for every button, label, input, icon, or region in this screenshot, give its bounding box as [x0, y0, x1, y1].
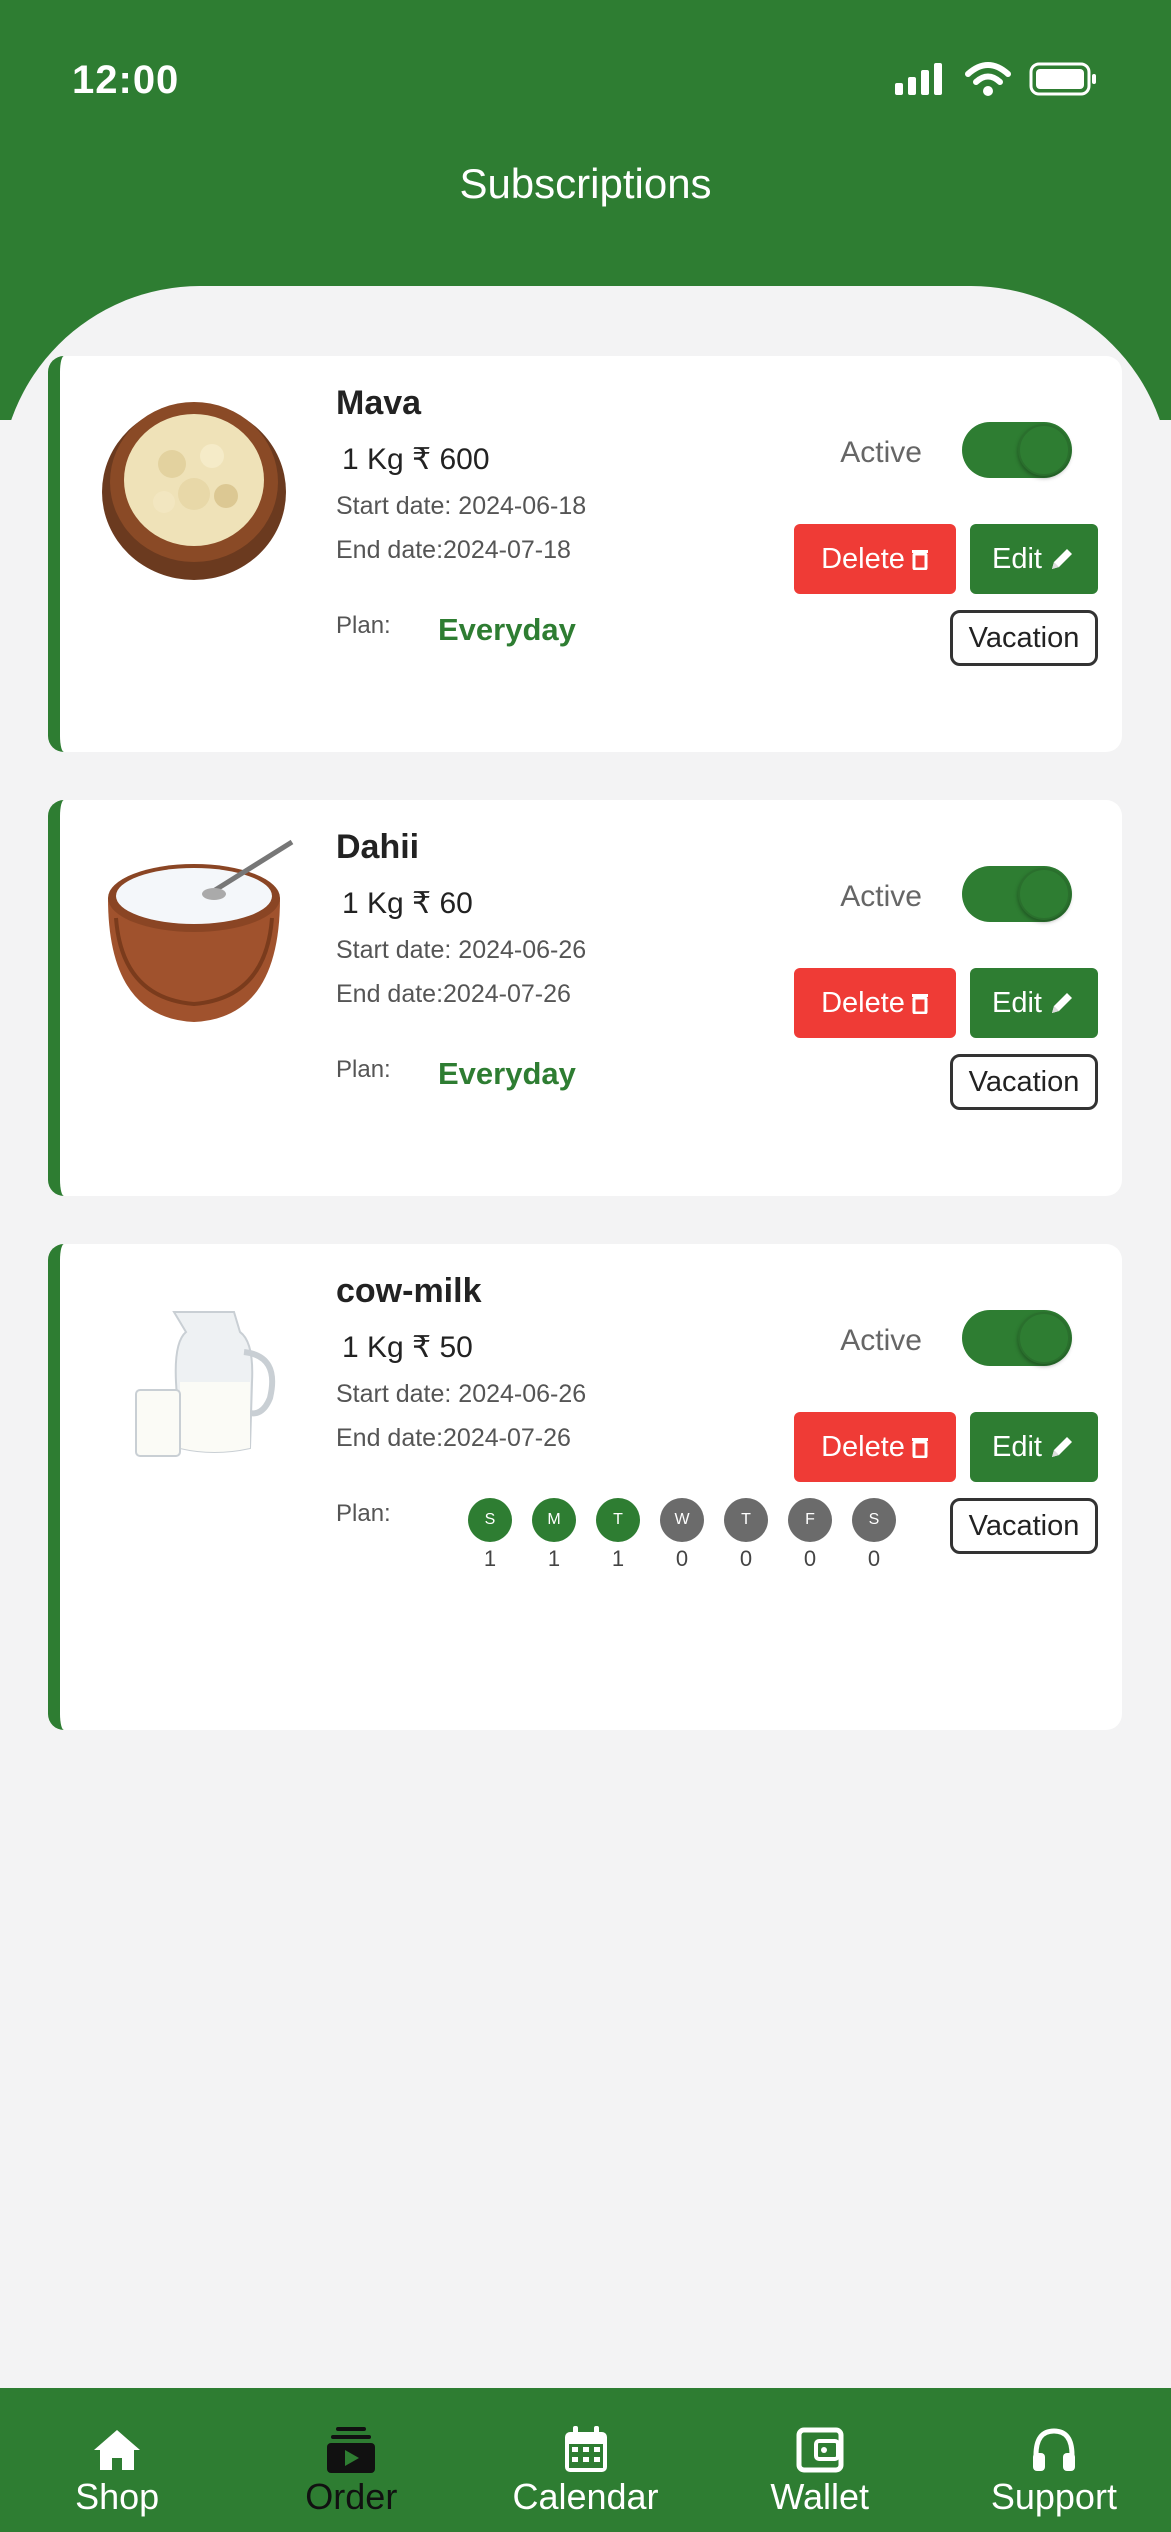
day-count: 0	[739, 1546, 753, 1571]
delete-label: Delete	[821, 1430, 905, 1463]
day-sunday: S 1	[468, 1498, 512, 1572]
delete-label: Delete	[821, 986, 905, 1019]
nav-item-support[interactable]: Support	[937, 2388, 1171, 2532]
wallet-icon	[796, 2427, 844, 2473]
quantity-price: 1 Kg ₹ 60	[342, 887, 473, 920]
day-letter: F	[788, 1498, 832, 1542]
delete-button[interactable]: Delete	[794, 524, 956, 594]
page-title: Subscriptions	[459, 160, 712, 207]
nav-item-order[interactable]: Order	[234, 2388, 468, 2532]
active-toggle[interactable]	[962, 866, 1072, 922]
toggle-knob	[1018, 868, 1070, 920]
bottom-nav: Shop Order Calendar Wallet Support	[0, 2388, 1171, 2532]
status-icons	[895, 62, 1099, 96]
product-name: Mava	[336, 384, 422, 422]
delete-button[interactable]: Delete	[794, 968, 956, 1038]
day-letter: T	[596, 1498, 640, 1542]
day-monday: M 1	[532, 1498, 576, 1572]
edit-button[interactable]: Edit	[970, 1412, 1098, 1482]
trash-icon	[911, 1438, 928, 1458]
plan-label: Plan:	[336, 612, 391, 639]
day-letter: W	[660, 1498, 704, 1542]
day-count: 0	[675, 1546, 689, 1571]
active-toggle[interactable]	[962, 1310, 1072, 1366]
signal-icon	[895, 63, 942, 95]
day-letter: S	[468, 1498, 512, 1542]
nav-item-shop[interactable]: Shop	[0, 2388, 234, 2532]
day-tuesday: T 1	[596, 1498, 640, 1572]
nav-label: Order	[305, 2476, 398, 2517]
trash-icon	[911, 550, 928, 570]
subscription-card: cow-milk 1 Kg ₹ 50 Start date: 2024-06-2…	[48, 1244, 1122, 1730]
product-image-mava	[102, 402, 286, 580]
pencil-icon	[1051, 549, 1072, 569]
battery-icon	[1029, 62, 1096, 96]
wifi-icon	[965, 62, 1011, 96]
trash-icon	[911, 994, 928, 1014]
active-toggle[interactable]	[962, 422, 1072, 478]
delete-button[interactable]: Delete	[794, 1412, 956, 1482]
day-count: 0	[867, 1546, 881, 1571]
day-count: 1	[547, 1546, 561, 1571]
nav-item-calendar[interactable]: Calendar	[468, 2388, 702, 2532]
order-icon	[327, 2427, 376, 2473]
quantity-price: 1 Kg ₹ 600	[342, 443, 490, 476]
end-date: End date:2024-07-18	[336, 536, 571, 564]
pencil-icon	[1051, 993, 1072, 1013]
end-date: End date:2024-07-26	[336, 980, 571, 1008]
nav-label: Shop	[75, 2476, 160, 2517]
status-label: Active	[840, 436, 922, 469]
edit-label: Edit	[992, 542, 1042, 575]
quantity-price: 1 Kg ₹ 50	[342, 1331, 473, 1364]
end-date: End date:2024-07-26	[336, 1424, 571, 1452]
status-label: Active	[840, 880, 922, 913]
nav-label: Wallet	[770, 2476, 870, 2517]
day-count: 0	[803, 1546, 817, 1571]
start-date: Start date: 2024-06-26	[336, 936, 587, 964]
product-image-dahii	[108, 839, 294, 1022]
vacation-button[interactable]: Vacation	[950, 1498, 1098, 1554]
day-thursday: T 0	[724, 1498, 768, 1572]
nav-label: Calendar	[512, 2476, 659, 2517]
delete-label: Delete	[821, 542, 905, 575]
edit-label: Edit	[992, 1430, 1042, 1463]
headphones-icon	[1032, 2428, 1075, 2471]
vacation-button[interactable]: Vacation	[950, 610, 1098, 666]
pencil-icon	[1051, 1437, 1072, 1457]
home-icon	[94, 2430, 141, 2470]
weekday-plan: S 1 M 1 T 1 W 0 T 0 F 0 S 0	[468, 1498, 896, 1572]
edit-label: Edit	[992, 986, 1042, 1019]
plan-value: Everyday	[438, 612, 576, 647]
plan-label: Plan:	[336, 1500, 391, 1527]
status-bar: 12:00	[0, 0, 1171, 170]
day-letter: M	[532, 1498, 576, 1542]
subscription-card: Mava 1 Kg ₹ 600 Start date: 2024-06-18 E…	[48, 356, 1122, 752]
nav-item-wallet[interactable]: Wallet	[703, 2388, 937, 2532]
day-saturday: S 0	[852, 1498, 896, 1572]
toggle-knob	[1018, 1312, 1070, 1364]
product-name: cow-milk	[336, 1272, 482, 1310]
edit-button[interactable]: Edit	[970, 524, 1098, 594]
day-count: 1	[483, 1546, 497, 1571]
status-time: 12:00	[72, 58, 180, 102]
product-name: Dahii	[336, 828, 420, 866]
product-image-cow-milk	[135, 1311, 276, 1457]
vacation-button[interactable]: Vacation	[950, 1054, 1098, 1110]
plan-value: Everyday	[438, 1056, 576, 1091]
edit-button[interactable]: Edit	[970, 968, 1098, 1038]
start-date: Start date: 2024-06-26	[336, 1380, 587, 1408]
day-count: 1	[611, 1546, 625, 1571]
day-wednesday: W 0	[660, 1498, 704, 1572]
day-letter: T	[724, 1498, 768, 1542]
status-label: Active	[840, 1324, 922, 1357]
day-friday: F 0	[788, 1498, 832, 1572]
plan-label: Plan:	[336, 1056, 391, 1083]
start-date: Start date: 2024-06-18	[336, 492, 587, 520]
subscription-card: Dahii 1 Kg ₹ 60 Start date: 2024-06-26 E…	[48, 800, 1122, 1196]
nav-label: Support	[990, 2476, 1117, 2517]
day-letter: S	[852, 1498, 896, 1542]
calendar-icon	[564, 2426, 607, 2472]
toggle-knob	[1018, 424, 1070, 476]
